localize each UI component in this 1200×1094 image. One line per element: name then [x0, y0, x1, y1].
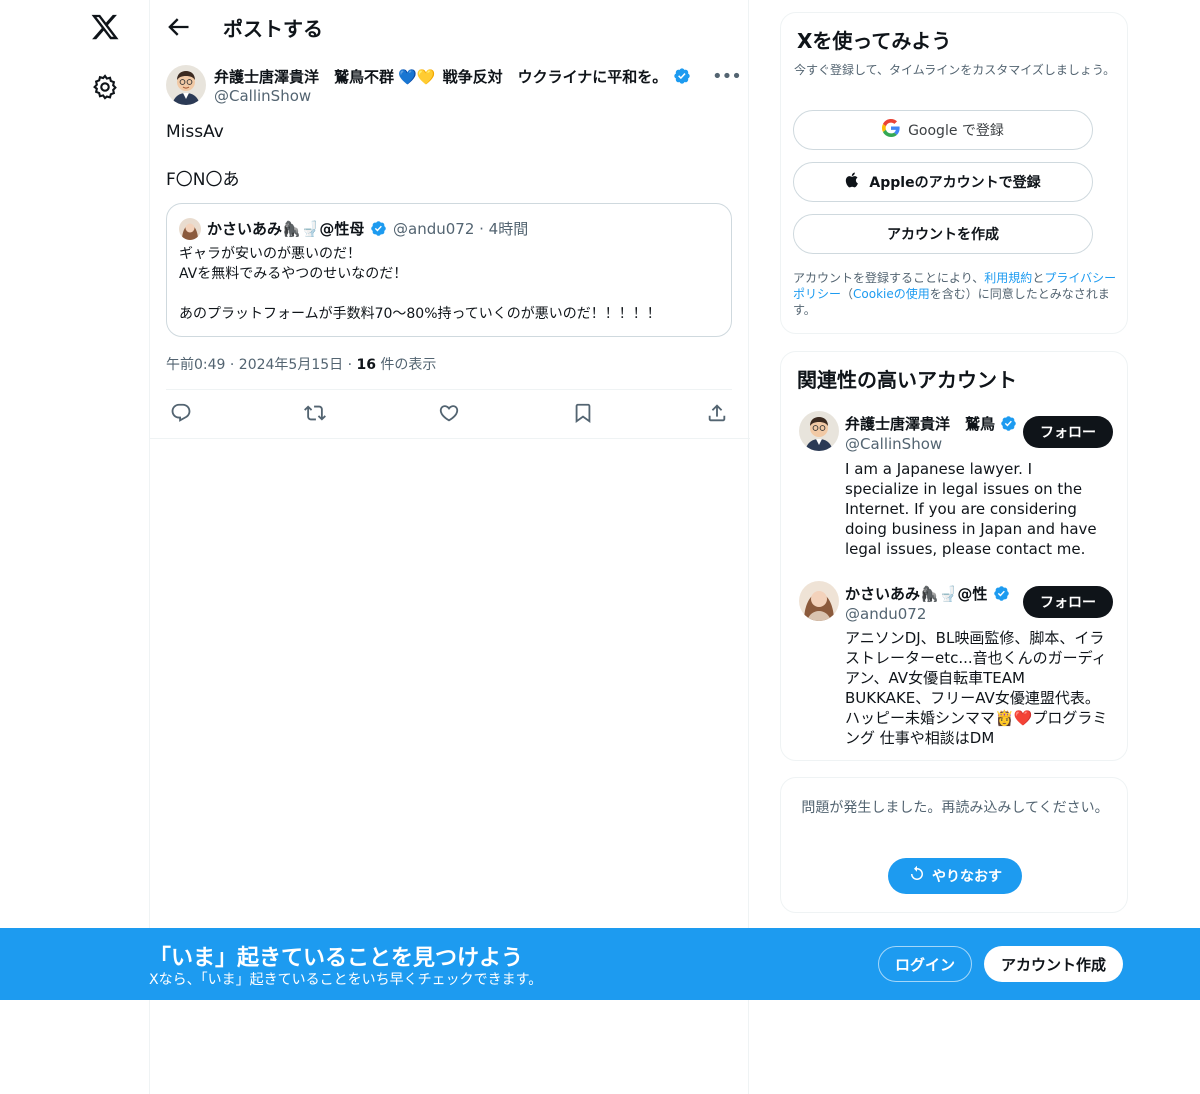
quoted-author-name-text: かさいあみ🦍🚽@性母	[207, 220, 365, 238]
related-account-name[interactable]: 弁護士唐澤貴洋 鷲鳥	[845, 413, 1017, 436]
author-name-text: 弁護士唐澤貴洋 鷲鳥不群	[214, 68, 395, 86]
quoted-author-handle: @andu072 · 4時間	[393, 220, 529, 238]
related-account-bio: I am a Japanese lawyer. I specialize in …	[845, 460, 1097, 558]
page-header: ポストする	[150, 0, 750, 54]
reply-icon[interactable]	[170, 402, 192, 424]
views-label: 件の表示	[375, 357, 437, 373]
related-account-handle[interactable]: @CallinShow	[845, 435, 942, 453]
banner-title: 「いま」起きていることを見つけよう	[149, 946, 524, 971]
x-logo-icon[interactable]	[90, 12, 120, 42]
banner-subtitle: Xなら、「いま」起きていることをいち早くチェックできます。	[149, 972, 543, 988]
terms-mid: と	[1032, 271, 1045, 285]
terms-text: アカウントを登録することにより、利用規約とプライバシーポリシー（Cookieの使…	[793, 270, 1119, 318]
signup-subtitle: 今すぐ登録して、タイムラインをカスタマイズしましょう。	[794, 63, 1116, 77]
error-card: 問題が発生しました。再読み込みしてください。 やりなおす	[780, 777, 1128, 913]
avatar[interactable]	[166, 65, 206, 105]
verified-badge-icon	[370, 220, 387, 241]
verified-badge-icon	[1000, 415, 1017, 436]
author-handle[interactable]: @CallinShow	[214, 87, 311, 105]
signup-button[interactable]: アカウント作成	[984, 946, 1123, 982]
related-account-bio: アニソンDJ、BL映画監修、脚本、イラストレーターetc...音也くんのガーディ…	[845, 629, 1108, 747]
refresh-icon	[908, 865, 926, 887]
terms-prefix: アカウントを登録することにより、	[793, 271, 985, 285]
post-actions	[150, 390, 750, 438]
post-text: MissAv F〇N〇あ	[166, 122, 240, 190]
related-accounts-card: 関連性の高いアカウント 弁護士唐澤貴洋 鷲鳥 @CallinShow フォロー …	[780, 351, 1128, 761]
avatar	[179, 218, 201, 240]
verified-badge-icon	[993, 585, 1010, 606]
page-title: ポストする	[223, 17, 323, 41]
quoted-post-text: ギャラが安いのが悪いのだ！ AVを無料でみるやつのせいなのだ！ あのプラットフォ…	[179, 246, 661, 322]
terms-link[interactable]: 利用規約	[984, 271, 1032, 285]
apple-signup-label: Appleのアカウントで登録	[869, 175, 1041, 191]
apple-signup-button[interactable]: Appleのアカウントで登録	[793, 162, 1093, 202]
create-account-label: アカウントを作成	[887, 227, 999, 243]
create-account-button[interactable]: アカウントを作成	[793, 214, 1093, 254]
login-button[interactable]: ログイン	[878, 946, 972, 982]
related-account-name-text: かさいあみ🦍🚽@性	[845, 585, 988, 603]
quoted-post[interactable]: かさいあみ🦍🚽@性母 @andu072 · 4時間 ギャラが安いのが悪いのだ！ …	[166, 203, 732, 337]
author-name-suffix: 戦争反対 ウクライナに平和を。	[442, 68, 668, 86]
apple-icon	[845, 171, 861, 193]
quoted-author-name: かさいあみ🦍🚽@性母	[207, 218, 387, 241]
share-icon[interactable]	[706, 402, 728, 424]
bottom-signup-banner: 「いま」起きていることを見つけよう Xなら、「いま」起きていることをいち早くチェ…	[0, 928, 1200, 1000]
signup-card: Xを使ってみよう 今すぐ登録して、タイムラインをカスタマイズしましょう。 Goo…	[780, 12, 1128, 334]
google-signup-button[interactable]: Google で登録	[793, 110, 1093, 150]
related-account-name-text: 弁護士唐澤貴洋 鷲鳥	[845, 415, 996, 433]
author-hearts: 💙💛	[398, 68, 436, 86]
more-options-icon[interactable]: •••	[712, 66, 742, 87]
avatar[interactable]	[799, 581, 839, 621]
signup-title: Xを使ってみよう	[797, 29, 952, 53]
follow-button[interactable]: フォロー	[1023, 416, 1113, 448]
repost-icon[interactable]	[304, 402, 326, 424]
cookie-policy-link[interactable]: Cookieの使用	[853, 287, 930, 301]
terms-paren: （	[841, 287, 854, 301]
arrow-left-icon[interactable]	[164, 13, 192, 41]
related-title: 関連性の高いアカウント	[797, 368, 1017, 392]
retry-button[interactable]: やりなおす	[888, 858, 1022, 894]
post-timestamp[interactable]: 午前0:49 · 2024年5月15日 ·	[166, 357, 357, 373]
related-account-handle[interactable]: @andu072	[845, 605, 926, 623]
avatar[interactable]	[799, 411, 839, 451]
google-icon	[882, 119, 900, 141]
retry-label: やりなおす	[932, 869, 1002, 885]
post-meta: 午前0:49 · 2024年5月15日 · 16 件の表示	[166, 354, 436, 374]
gear-icon[interactable]	[91, 73, 119, 101]
author-name[interactable]: 弁護士唐澤貴洋 鷲鳥不群 💙💛 戦争反対 ウクライナに平和を。	[214, 66, 691, 89]
verified-badge-icon	[673, 67, 691, 89]
related-account-name[interactable]: かさいあみ🦍🚽@性	[845, 583, 1010, 606]
bookmark-icon[interactable]	[572, 402, 594, 424]
follow-button[interactable]: フォロー	[1023, 586, 1113, 618]
views-count: 16	[356, 357, 376, 373]
like-icon[interactable]	[438, 402, 460, 424]
divider	[150, 438, 750, 439]
google-signup-label: Google で登録	[908, 123, 1004, 139]
error-message: 問題が発生しました。再読み込みしてください。	[801, 800, 1109, 816]
